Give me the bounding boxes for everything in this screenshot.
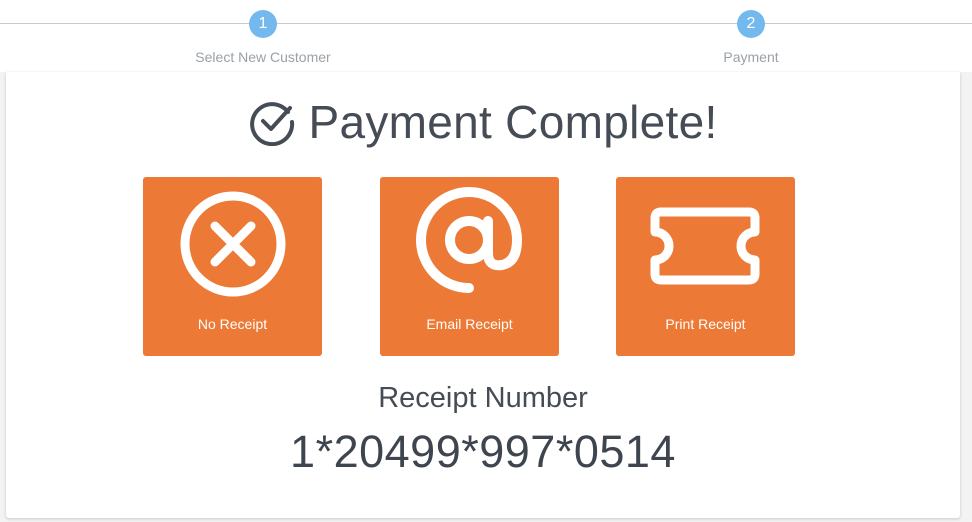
step-select-customer[interactable]: 1 Select New Customer — [163, 10, 363, 65]
step-label: Select New Customer — [195, 49, 331, 65]
email-receipt-label: Email Receipt — [426, 316, 513, 332]
page-title: Payment Complete! — [308, 96, 718, 148]
step-label: Payment — [723, 49, 779, 65]
print-receipt-label: Print Receipt — [665, 316, 746, 332]
step-number: 1 — [249, 10, 277, 38]
receipt-number-label: Receipt Number — [378, 382, 588, 414]
check-circle-icon — [250, 102, 295, 146]
payment-complete-card: Payment Complete! No Receipt Email Recei… — [6, 72, 960, 518]
step-number: 2 — [737, 10, 765, 38]
print-receipt-button[interactable]: Print Receipt — [616, 177, 795, 356]
step-payment[interactable]: 2 Payment — [651, 10, 851, 65]
checkout-stepper: 1 Select New Customer 2 Payment — [0, 0, 972, 72]
page-title-row: Payment Complete! — [6, 92, 960, 152]
email-receipt-button[interactable]: Email Receipt — [380, 177, 559, 356]
no-receipt-label: No Receipt — [197, 316, 268, 332]
receipt-number-value: 1*20499*997*0514 — [290, 426, 676, 477]
no-receipt-button[interactable]: No Receipt — [143, 177, 322, 356]
